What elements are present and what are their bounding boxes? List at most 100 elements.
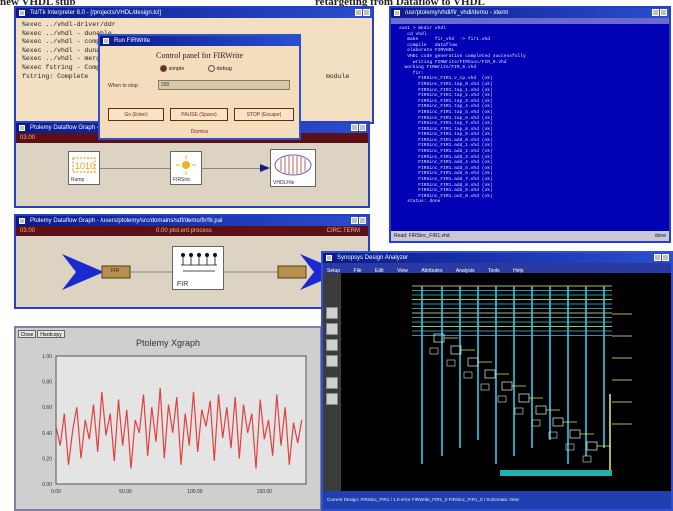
logic-cell <box>514 407 524 415</box>
sun-icon <box>176 155 196 175</box>
xterm-statusbar: Read: FIRSinc_FIR1.vhd done <box>391 231 669 241</box>
window-menu-icon[interactable] <box>326 255 332 261</box>
logic-cell <box>582 455 592 463</box>
xgraph-hardcopy-button[interactable]: Hardcopy <box>37 330 65 338</box>
zoom-out-tool-icon[interactable] <box>326 339 338 351</box>
dataflow-2-status-right: CIRC.TERM <box>326 228 360 234</box>
arrow-right-icon <box>260 164 270 172</box>
logic-cell <box>484 369 496 379</box>
xgraph-plot[interactable]: 1.00 0.80 0.60 0.40 0.20 0.000.00 50.00 100.00 1… <box>16 350 320 510</box>
go-button[interactable]: Go (Enter) <box>108 108 164 121</box>
select-tool-icon[interactable] <box>326 307 338 319</box>
minimize-icon[interactable] <box>355 9 362 16</box>
xterm-status-right: done <box>654 233 666 239</box>
window-menu-icon[interactable] <box>19 10 25 16</box>
ramp-block[interactable]: 1010 Ramp <box>68 151 100 185</box>
maximize-icon[interactable] <box>662 254 669 261</box>
tcl-line: %exec ../vhdl-driver/ddr <box>22 21 116 28</box>
tcl-titlebar[interactable]: Tcl/Tk Interpreter 8.0 - [/projects/VHDL… <box>16 8 372 18</box>
minimize-icon[interactable] <box>351 217 358 224</box>
maximize-icon[interactable] <box>660 9 667 16</box>
x-tick-label: 150.00 <box>257 489 273 495</box>
pause-button[interactable]: PAUSE (Space) <box>170 108 228 121</box>
dataflow-1-status: 03.00 <box>20 135 36 141</box>
xterm-console[interactable]: sun1 > mkdir vhdl cd vhdl make fir_vhd -… <box>399 26 664 205</box>
minimize-icon[interactable] <box>652 9 659 16</box>
dataflow-2-statusbar: 03.00 0.00 ptol.ent.process CIRC.TERM <box>16 226 368 236</box>
x-tick-label: 0.00 <box>51 489 61 495</box>
dataflow-2-title: Ptolemy Dataflow Graph - /users/ptolemy/… <box>30 218 223 224</box>
xterm-window[interactable]: /usr/ptolemy/vhdl/fir_vhdl/demo - xterm … <box>389 6 671 243</box>
logic-cell <box>586 441 598 451</box>
logic-cell <box>446 359 456 367</box>
y-tick-label: 0.60 <box>42 405 52 411</box>
logic-cell <box>497 395 507 403</box>
radio-debug[interactable]: debug <box>208 65 232 72</box>
svg-text:1010: 1010 <box>75 161 95 171</box>
stop-field-label: When to stop: <box>108 83 139 89</box>
window-menu-icon[interactable] <box>103 38 109 44</box>
schematic-view[interactable] <box>342 274 672 490</box>
logic-cell <box>467 357 479 367</box>
xterm-titlebar[interactable]: /usr/ptolemy/vhdl/fir_vhdl/demo - xterm <box>391 8 669 18</box>
xgraph-close-button[interactable]: Close <box>18 330 36 338</box>
control-dialog-title: Run FIRWrite <box>114 38 151 44</box>
synopsys-titlebar[interactable]: Synopsys Design Analyzer <box>323 253 671 263</box>
logic-cell <box>535 405 547 415</box>
zoom-in-tool-icon[interactable] <box>326 323 338 335</box>
logic-cell <box>569 429 581 439</box>
vhdlfile-label: VHDLFile <box>273 180 295 186</box>
logic-cell <box>518 393 530 403</box>
firsinc-block[interactable]: FIRSinc <box>170 151 202 185</box>
fir-filter-icon <box>181 253 217 272</box>
stop-button[interactable]: STOP (Escape) <box>234 108 294 121</box>
y-tick-label: 0.20 <box>42 456 52 462</box>
stop-field[interactable]: 200 <box>158 80 290 90</box>
xterm-toolbar[interactable] <box>391 18 669 24</box>
vhdlfile-block[interactable]: VHDLFile <box>270 149 316 187</box>
dataflow-2-titlebar[interactable]: Ptolemy Dataflow Graph - /users/ptolemy/… <box>16 216 368 226</box>
highlight-bar <box>500 470 612 476</box>
chip-block <box>277 265 307 279</box>
fir-block[interactable]: FIR <box>172 246 224 290</box>
logic-cell <box>552 417 564 427</box>
dataflow-2-status-left: 03.00 <box>20 228 36 234</box>
fir-block-label: FIR <box>177 281 189 288</box>
maximize-icon[interactable] <box>363 9 370 16</box>
down-hierarchy-icon[interactable] <box>326 393 338 405</box>
minimize-icon[interactable] <box>351 124 358 131</box>
dataflow-2-status-center: 0.00 ptol.ent.process <box>156 228 212 234</box>
y-tick-label: 0.80 <box>42 380 52 386</box>
synopsys-statusbar: Current Design: FIRSinc_FIR1 / 1.0 error… <box>323 491 671 509</box>
xterm-line: status: done <box>399 199 441 205</box>
xterm-status-left: Read: FIRSinc_FIR1.vhd <box>394 233 450 239</box>
y-tick-label: 1.00 <box>42 354 52 360</box>
minimize-icon[interactable] <box>654 254 661 261</box>
logic-cell <box>501 381 513 391</box>
pan-tool-icon[interactable] <box>326 355 338 367</box>
dataflow-window-2[interactable]: Ptolemy Dataflow Graph - /users/ptolemy/… <box>14 214 370 309</box>
radio-debug-label: debug <box>216 65 232 72</box>
coil-icon <box>274 154 312 176</box>
window-menu-icon[interactable] <box>394 10 400 16</box>
up-hierarchy-icon[interactable] <box>326 377 338 389</box>
chip-label: FIR <box>111 268 120 274</box>
logic-cell <box>429 347 439 355</box>
window-menu-icon[interactable] <box>19 125 25 131</box>
y-tick-label: 0.00 <box>42 482 52 488</box>
wire <box>100 168 170 169</box>
control-dialog-heading: Control panel for FIRWrite <box>156 51 243 60</box>
window-menu-icon[interactable] <box>19 218 25 224</box>
synopsys-window[interactable]: Synopsys Design Analyzer Setup File Edit… <box>321 251 673 511</box>
maximize-icon[interactable] <box>359 124 366 131</box>
xterm-title: /usr/ptolemy/vhdl/fir_vhdl/demo - xterm <box>405 10 509 16</box>
maximize-icon[interactable] <box>359 217 366 224</box>
xgraph-window[interactable]: Close Hardcopy Ptolemy Xgraph 1.00 0.80 0.… <box>14 326 322 511</box>
control-dialog-titlebar[interactable]: Run FIRWrite <box>100 36 299 46</box>
radio-simple[interactable]: simple <box>160 65 184 72</box>
dismiss-button[interactable]: Dismiss <box>100 129 299 135</box>
control-dialog[interactable]: Run FIRWrite Control panel for FIRWrite … <box>98 34 301 140</box>
synopsys-menubar[interactable]: Setup File Edit View Attributes Analysis… <box>323 263 671 274</box>
radio-indicator-icon <box>208 65 215 72</box>
synopsys-toolbar <box>323 273 341 491</box>
